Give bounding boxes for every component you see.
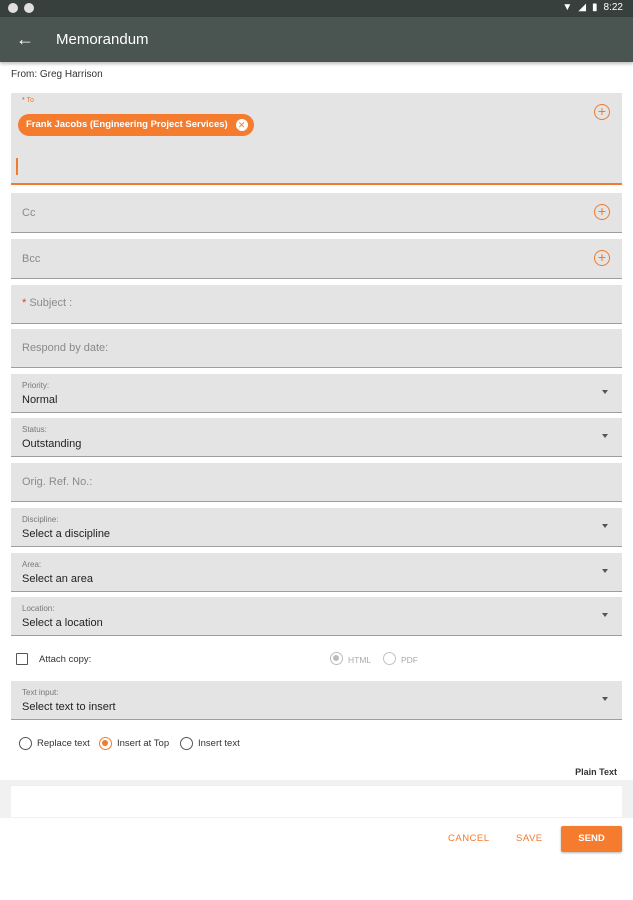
bcc-field[interactable]: Bcc +: [11, 239, 622, 279]
format-html-label: HTML: [348, 655, 372, 665]
status-value: Outstanding: [22, 438, 82, 450]
editor-mode-toggle[interactable]: Plain Text: [575, 767, 617, 777]
signal-icon: ◢: [578, 2, 587, 13]
text-cursor: [16, 158, 18, 175]
wifi-icon: ▼: [562, 2, 573, 13]
priority-value: Normal: [22, 394, 58, 406]
status-bar: ▼ ◢ ▮ 8:22: [0, 0, 633, 17]
add-to-recipient-icon[interactable]: +: [594, 104, 610, 120]
cc-placeholder: Cc: [22, 207, 36, 219]
orig-ref-no-field[interactable]: Orig. Ref. No.:: [11, 463, 622, 502]
subject-field[interactable]: * Subject :: [11, 285, 622, 324]
page-title: Memorandum: [56, 31, 149, 48]
bcc-placeholder: Bcc: [22, 253, 41, 265]
location-select[interactable]: Location: Select a location: [11, 597, 622, 636]
to-label: * To: [22, 97, 34, 104]
recipient-chip[interactable]: Frank Jacobs (Engineering Project Servic…: [18, 114, 254, 136]
status-bar-notifications: [8, 3, 34, 13]
cc-field[interactable]: Cc +: [11, 193, 622, 233]
replace-text-radio[interactable]: [19, 737, 32, 750]
recipient-chip-label: Frank Jacobs (Engineering Project Servic…: [26, 119, 228, 130]
location-label: Location:: [22, 604, 55, 613]
insert-text-radio[interactable]: [180, 737, 193, 750]
add-bcc-icon[interactable]: +: [594, 250, 610, 266]
priority-label: Priority:: [22, 381, 50, 390]
to-field[interactable]: * To Frank Jacobs (Engineering Project S…: [11, 93, 622, 185]
dropdown-arrow-icon: [602, 569, 608, 573]
insert-at-top-radio[interactable]: [99, 737, 112, 750]
discipline-label: Discipline:: [22, 515, 59, 524]
format-pdf-label: PDF: [401, 655, 418, 665]
battery-icon: ▮: [592, 2, 598, 13]
dropdown-arrow-icon: [602, 697, 608, 701]
respond-by-date-field[interactable]: Respond by date:: [11, 329, 622, 368]
dropdown-arrow-icon: [602, 434, 608, 438]
sync-icon: [24, 3, 34, 13]
status-bar-system: ▼ ◢ ▮ 8:22: [562, 2, 623, 13]
text-input-select[interactable]: Text input: Select text to insert: [11, 681, 622, 720]
dropdown-arrow-icon: [602, 524, 608, 528]
location-value: Select a location: [22, 617, 103, 629]
back-arrow-icon[interactable]: ←: [16, 27, 38, 51]
notification-icon: [8, 3, 18, 13]
save-button[interactable]: SAVE: [516, 833, 543, 844]
insert-text-label: Insert text: [198, 738, 240, 749]
insert-at-top-label: Insert at Top: [117, 738, 170, 749]
format-pdf-radio[interactable]: [383, 652, 396, 665]
area-value: Select an area: [22, 573, 93, 585]
status-label: Status:: [22, 425, 47, 434]
discipline-select[interactable]: Discipline: Select a discipline: [11, 508, 622, 547]
text-input-value: Select text to insert: [22, 701, 116, 713]
message-editor[interactable]: [11, 785, 622, 817]
respond-by-placeholder: Respond by date:: [22, 342, 109, 354]
from-line: From: Greg Harrison: [11, 69, 103, 80]
text-input-label: Text input:: [22, 688, 59, 697]
replace-text-label: Replace text: [37, 738, 90, 749]
add-cc-icon[interactable]: +: [594, 204, 610, 220]
format-html-radio[interactable]: [330, 652, 343, 665]
status-select[interactable]: Status: Outstanding: [11, 418, 622, 457]
attach-copy-checkbox[interactable]: [16, 653, 28, 665]
attach-copy-label: Attach copy:: [39, 654, 92, 665]
area-label: Area:: [22, 560, 42, 569]
area-select[interactable]: Area: Select an area: [11, 553, 622, 592]
dropdown-arrow-icon: [602, 390, 608, 394]
cancel-button[interactable]: CANCEL: [448, 833, 490, 844]
app-bar: ← Memorandum: [0, 17, 633, 62]
status-time: 8:22: [603, 2, 623, 13]
chip-remove-icon[interactable]: ✕: [235, 119, 248, 131]
orig-ref-placeholder: Orig. Ref. No.:: [22, 476, 93, 488]
subject-label: * Subject :: [22, 297, 73, 309]
priority-select[interactable]: Priority: Normal: [11, 374, 622, 413]
action-bar: CANCEL SAVE SEND: [0, 818, 633, 900]
discipline-value: Select a discipline: [22, 528, 111, 540]
dropdown-arrow-icon: [602, 613, 608, 617]
send-button[interactable]: SEND: [561, 826, 622, 852]
